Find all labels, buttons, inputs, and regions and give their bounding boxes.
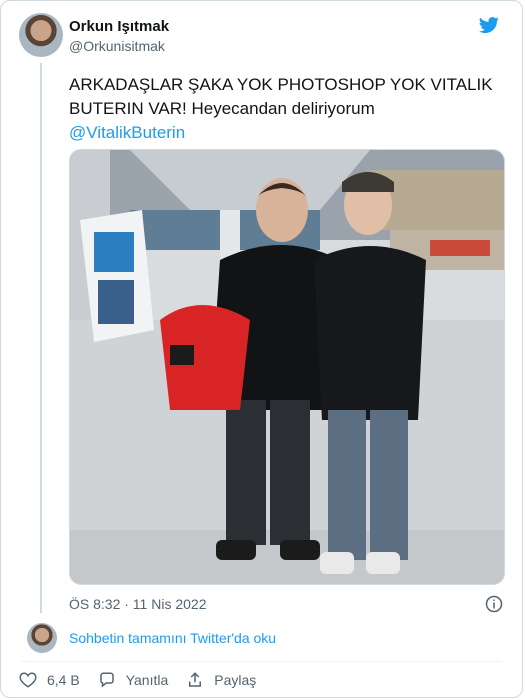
like-action[interactable]: 6,4 B xyxy=(19,671,80,689)
author-avatar[interactable] xyxy=(19,13,63,57)
share-label: Paylaş xyxy=(214,672,257,688)
tweet-text: ARKADAŞLAR ŞAKA YOK PHOTOSHOP YOK VITALI… xyxy=(69,73,509,145)
share-icon xyxy=(189,672,202,687)
tweet-timestamp[interactable]: ÖS 8:32 · 11 Nis 2022 xyxy=(69,596,206,612)
thread-line xyxy=(40,63,42,613)
airport-photo-image xyxy=(70,150,504,584)
read-more-avatar[interactable] xyxy=(27,623,57,653)
divider xyxy=(21,661,502,662)
reply-action[interactable]: Yanıtla xyxy=(98,671,169,689)
tweet-card: Orkun Işıtmak @Orkunisitmak ARKADAŞLAR Ş… xyxy=(0,0,523,698)
action-bar: 6,4 B Yanıtla Paylaş xyxy=(19,671,274,689)
tweet-text-line-2: BUTERIN VAR! Heyecandan deliriyorum xyxy=(69,99,375,118)
tweet-photo[interactable] xyxy=(69,149,505,585)
author-name[interactable]: Orkun Işıtmak xyxy=(69,18,169,35)
read-more-link[interactable]: Sohbetin tamamını Twitter'da oku xyxy=(69,630,276,646)
author-handle[interactable]: @Orkunisitmak xyxy=(69,38,165,54)
info-icon[interactable] xyxy=(485,595,503,613)
reply-label: Yanıtla xyxy=(125,672,169,688)
share-action[interactable]: Paylaş xyxy=(186,671,256,689)
heart-icon xyxy=(19,672,37,688)
tweet-text-line-1: ARKADAŞLAR ŞAKA YOK PHOTOSHOP YOK VITALI… xyxy=(69,75,493,94)
mention-link[interactable]: @VitalikButerin xyxy=(69,123,185,142)
reply-icon xyxy=(99,672,114,688)
twitter-bird-icon[interactable] xyxy=(478,15,500,35)
like-count: 6,4 B xyxy=(47,672,80,688)
